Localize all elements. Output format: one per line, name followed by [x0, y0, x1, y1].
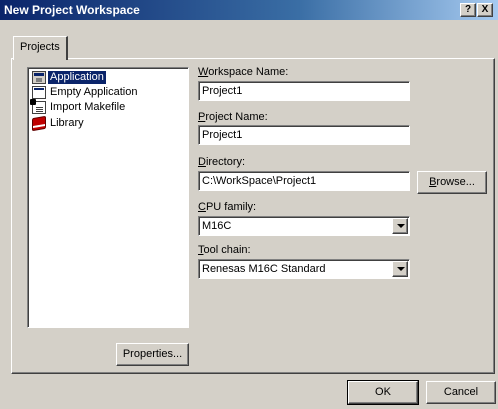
directory-input[interactable]: C:\WorkSpace\Project1 [198, 171, 410, 191]
cpu-family-label: CPU family: [198, 201, 257, 213]
ok-button[interactable]: OK [347, 380, 419, 405]
application-icon [32, 70, 46, 84]
workspace-name-input[interactable]: Project1 [198, 81, 410, 101]
tool-chain-select[interactable]: Renesas M16C Standard [198, 259, 410, 279]
project-name-input[interactable]: Project1 [198, 125, 410, 145]
project-name-label: Project Name: [198, 111, 268, 123]
tool-chain-value: Renesas M16C Standard [202, 263, 326, 275]
browse-button[interactable]: Browse... [417, 171, 487, 194]
cancel-button[interactable]: Cancel [426, 381, 496, 404]
list-item-library[interactable]: Library [32, 115, 86, 131]
title-bar: New Project Workspace ? X [0, 0, 498, 20]
empty-application-icon [32, 85, 46, 99]
list-item-label: Application [48, 70, 106, 84]
cpu-family-value: M16C [202, 220, 232, 232]
tab-projects-label: Projects [20, 41, 60, 53]
cpu-family-select[interactable]: M16C [198, 216, 410, 236]
properties-button[interactable]: Properties... [116, 343, 189, 366]
project-type-list[interactable]: Application Empty Application Import Mak… [27, 67, 189, 328]
library-icon [32, 115, 46, 131]
chevron-down-icon[interactable] [392, 218, 408, 234]
import-makefile-icon [30, 98, 46, 114]
window-title: New Project Workspace [4, 3, 140, 17]
list-item-application[interactable]: Application [32, 70, 106, 84]
workspace-name-label: Workspace Name: [198, 66, 289, 78]
help-button[interactable]: ? [460, 3, 476, 17]
tab-projects[interactable]: Projects [13, 36, 68, 60]
tool-chain-label: Tool chain: [198, 244, 251, 256]
list-item-import-makefile[interactable]: Import Makefile [30, 98, 127, 114]
list-item-empty-application[interactable]: Empty Application [32, 85, 139, 99]
list-item-label: Import Makefile [50, 100, 126, 113]
directory-label: Directory: [198, 156, 246, 168]
list-item-label: Library [50, 116, 84, 129]
list-item-label: Empty Application [50, 85, 138, 98]
chevron-down-icon[interactable] [392, 261, 408, 277]
close-button[interactable]: X [477, 3, 493, 17]
